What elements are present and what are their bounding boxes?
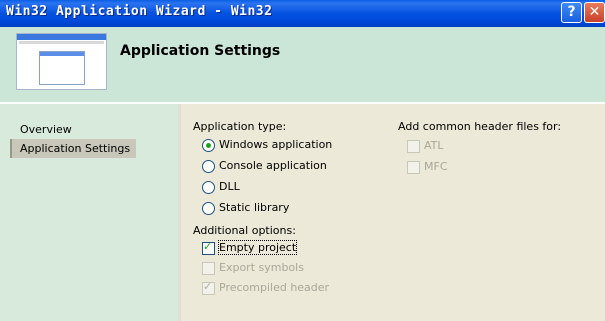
wizard-preview-image xyxy=(16,33,107,90)
sidebar-item-application-settings[interactable]: Application Settings xyxy=(10,139,137,158)
sidebar-item-overview[interactable]: Overview xyxy=(12,120,78,139)
radio-button[interactable] xyxy=(202,160,215,173)
option-label: Static library xyxy=(219,201,290,214)
checkbox[interactable] xyxy=(202,262,215,275)
radio-button[interactable] xyxy=(202,181,215,194)
settings-panel: Application type: Windows application Co… xyxy=(181,104,605,321)
title-bar: Win32 Application Wizard - Win32 ? ✕ xyxy=(0,0,605,27)
option-label: ATL xyxy=(424,139,444,152)
radio-button[interactable] xyxy=(202,139,215,152)
option-label: Empty project xyxy=(217,240,298,255)
window-title: Win32 Application Wizard - Win32 xyxy=(6,4,273,19)
help-button[interactable]: ? xyxy=(561,2,582,23)
checkbox[interactable] xyxy=(407,161,420,174)
wizard-header: Application Settings xyxy=(0,27,605,102)
option-label: Windows application xyxy=(219,138,333,151)
option-label: Precompiled header xyxy=(219,281,330,294)
sidebar-item-label: Overview xyxy=(20,123,72,136)
common-headers-label: Add common header files for: xyxy=(398,120,562,133)
close-button[interactable]: ✕ xyxy=(584,2,605,23)
option-label: Console application xyxy=(219,159,327,172)
sidebar-item-label: Application Settings xyxy=(20,142,131,155)
option-label: MFC xyxy=(424,160,448,173)
checkbox[interactable] xyxy=(202,240,215,255)
sidebar: Overview Application Settings xyxy=(0,104,178,321)
option-label: Export symbols xyxy=(219,261,304,274)
checkbox[interactable] xyxy=(202,280,215,295)
checkbox[interactable] xyxy=(407,140,420,153)
application-type-label: Application type: xyxy=(193,120,287,133)
option-label: DLL xyxy=(219,180,240,193)
page-title: Application Settings xyxy=(120,43,281,59)
radio-button[interactable] xyxy=(202,202,215,215)
additional-options-label: Additional options: xyxy=(193,224,296,237)
